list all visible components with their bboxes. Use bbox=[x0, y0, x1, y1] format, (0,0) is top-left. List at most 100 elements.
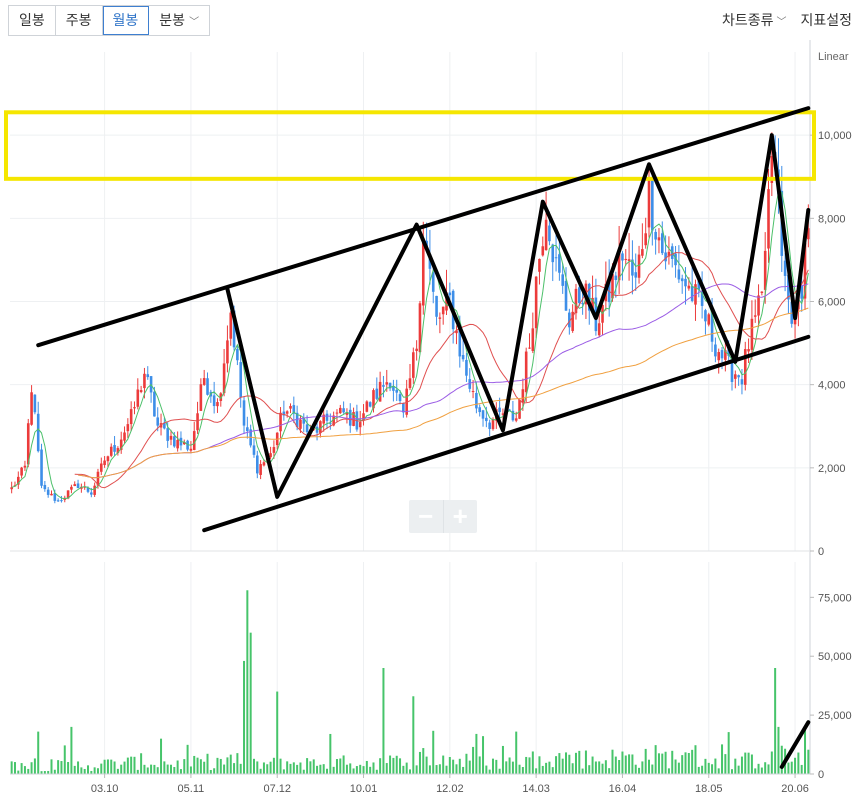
volume-bar bbox=[123, 761, 126, 774]
chevron-down-icon: ﹀ bbox=[776, 16, 787, 28]
candle-body bbox=[348, 409, 352, 426]
candle-body bbox=[229, 312, 233, 339]
volume-bar bbox=[186, 744, 189, 774]
stock-chart[interactable]: Linear 0 2,000 4,000 6,000 8,000 10,000 0 25,000… bbox=[0, 40, 852, 804]
candle-body bbox=[338, 407, 342, 414]
tab-daily[interactable]: 일봉 bbox=[9, 6, 56, 35]
volume-bar bbox=[369, 766, 372, 774]
price-tick-label: 4,000 bbox=[818, 380, 846, 392]
volume-bar bbox=[37, 731, 40, 774]
volume-bar bbox=[382, 668, 385, 774]
volume-bar bbox=[256, 761, 259, 774]
volume-bar bbox=[511, 761, 514, 774]
candle-body bbox=[70, 486, 73, 490]
candle-body bbox=[690, 286, 694, 301]
volume-bar bbox=[229, 754, 232, 774]
volume-bar bbox=[505, 761, 508, 774]
volume-bar bbox=[545, 762, 548, 774]
candle-body bbox=[488, 422, 491, 429]
volume-bar bbox=[764, 762, 767, 774]
candle-body bbox=[481, 410, 485, 419]
candle-body bbox=[657, 237, 661, 241]
candle-body bbox=[23, 465, 27, 468]
x-tick-label: 10.01 bbox=[350, 783, 378, 795]
tab-minute[interactable]: 분봉 ﹀ bbox=[149, 6, 209, 35]
volume-bar bbox=[372, 762, 375, 774]
candle-body bbox=[358, 422, 362, 428]
volume-bar bbox=[667, 768, 670, 774]
zoom-out-button[interactable]: − bbox=[409, 500, 444, 533]
volume-bar bbox=[631, 754, 634, 774]
candle-body bbox=[335, 412, 339, 414]
volume-bar bbox=[760, 767, 763, 774]
zoom-in-button[interactable]: + bbox=[444, 500, 478, 533]
candle-body bbox=[660, 233, 664, 254]
candle-body bbox=[60, 500, 63, 502]
volume-bar bbox=[671, 750, 674, 774]
volume-bar bbox=[475, 733, 478, 774]
volume-bar bbox=[292, 762, 295, 774]
volume-bar bbox=[279, 758, 282, 774]
volume-bar bbox=[628, 754, 631, 774]
volume-bar bbox=[259, 768, 262, 774]
volume-bar bbox=[392, 757, 395, 774]
volume-bar bbox=[701, 765, 704, 774]
volume-bar bbox=[183, 759, 186, 774]
candle-body bbox=[385, 382, 389, 385]
volume-bar bbox=[213, 768, 216, 774]
volume-bar bbox=[80, 767, 83, 774]
candle-body bbox=[717, 352, 721, 361]
volume-bar bbox=[531, 751, 534, 774]
chart-type-dropdown[interactable]: 차트종류 ﹀ bbox=[722, 10, 787, 30]
volume-bar bbox=[541, 765, 544, 774]
candle-body bbox=[544, 219, 548, 251]
volume-bar bbox=[651, 764, 654, 774]
candle-body bbox=[56, 500, 60, 502]
volume-bar bbox=[233, 763, 236, 774]
volume-bar bbox=[246, 590, 249, 774]
candle-body bbox=[368, 402, 372, 407]
candle-body bbox=[173, 436, 176, 447]
price-tick-label: 10,000 bbox=[818, 130, 852, 142]
candle-body bbox=[637, 254, 641, 278]
candle-body bbox=[647, 179, 651, 228]
x-tick-label: 18.05 bbox=[695, 783, 723, 795]
candle-body bbox=[677, 269, 681, 280]
candle-body bbox=[236, 349, 239, 361]
volume-bar bbox=[465, 753, 468, 774]
volume-tick-label: 75,000,0 bbox=[818, 592, 852, 604]
volume-bar bbox=[266, 764, 269, 774]
candle-body bbox=[36, 413, 40, 452]
volume-bar bbox=[226, 757, 229, 774]
candle-body bbox=[641, 249, 644, 256]
volume-bar bbox=[558, 753, 561, 774]
volume-bar bbox=[33, 758, 36, 774]
volume-bar bbox=[23, 766, 26, 774]
volume-bar bbox=[601, 763, 604, 774]
candle-body bbox=[438, 317, 442, 319]
candle-body bbox=[242, 400, 246, 426]
candle-body bbox=[441, 306, 445, 315]
zoom-controls: − + bbox=[409, 500, 477, 533]
tab-weekly[interactable]: 주봉 bbox=[56, 6, 103, 35]
tab-monthly[interactable]: 월봉 bbox=[102, 6, 150, 35]
volume-bar bbox=[166, 764, 169, 774]
volume-bar bbox=[684, 752, 687, 774]
candle-body bbox=[747, 349, 750, 352]
volume-bar bbox=[402, 765, 405, 774]
volume-bar bbox=[515, 731, 518, 774]
volume-bar bbox=[797, 752, 800, 774]
candle-body bbox=[50, 493, 53, 496]
volume-bar bbox=[319, 764, 322, 774]
candle-body bbox=[558, 254, 561, 273]
volume-bar bbox=[110, 759, 113, 774]
volume-bar bbox=[395, 755, 398, 774]
volume-bar bbox=[565, 752, 568, 774]
volume-bar bbox=[216, 757, 219, 774]
volume-bar bbox=[535, 768, 538, 774]
candle-body bbox=[528, 347, 531, 349]
volume-bar bbox=[219, 758, 222, 774]
volume-bar bbox=[442, 755, 445, 774]
candle-body bbox=[129, 409, 133, 425]
indicator-settings-button[interactable]: 지표설정 bbox=[800, 10, 852, 30]
